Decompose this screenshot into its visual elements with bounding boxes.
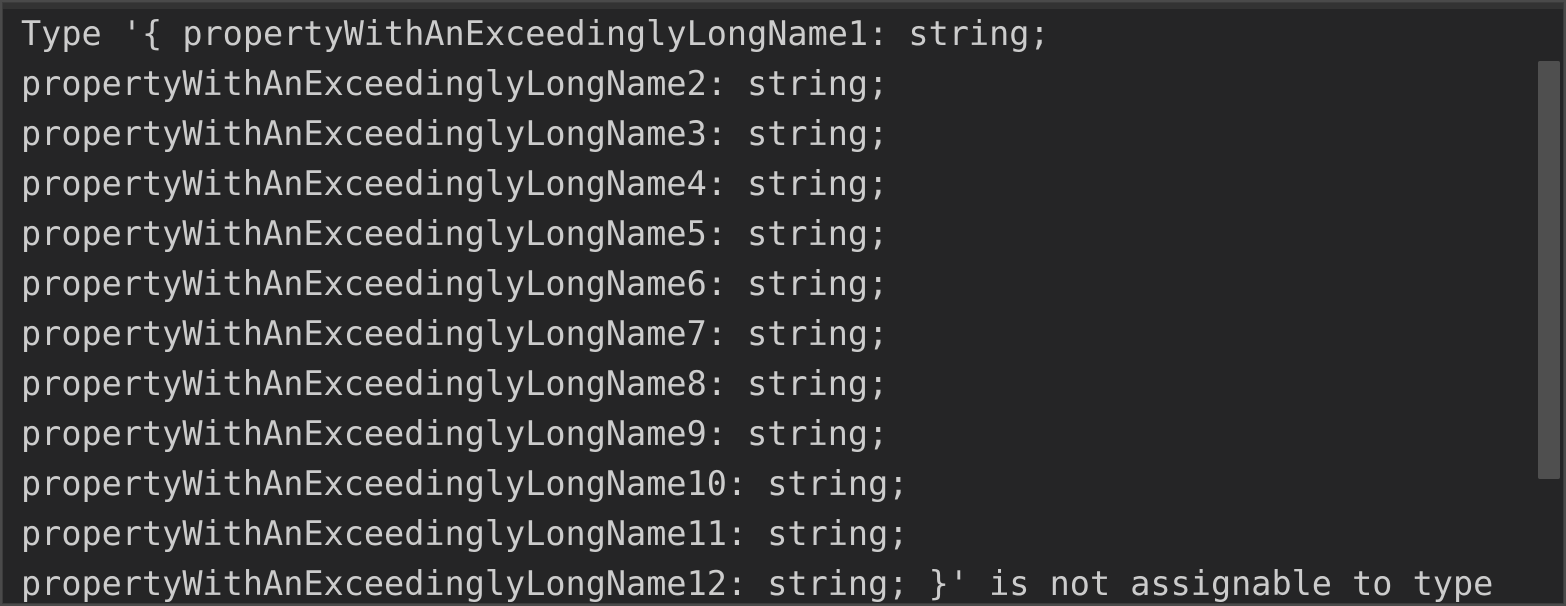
message-line-3: propertyWithAnExceedinglyLongName3: stri… xyxy=(21,114,889,153)
message-line-9: propertyWithAnExceedinglyLongName9: stri… xyxy=(21,414,889,453)
message-line-11: propertyWithAnExceedinglyLongName11: str… xyxy=(21,514,909,553)
message-line-1: Type '{ propertyWithAnExceedinglyLongNam… xyxy=(21,14,1050,53)
message-line-6: propertyWithAnExceedinglyLongName6: stri… xyxy=(21,264,889,303)
message-line-2: propertyWithAnExceedinglyLongName2: stri… xyxy=(21,64,889,103)
message-line-10: propertyWithAnExceedinglyLongName10: str… xyxy=(21,464,909,503)
message-line-4: propertyWithAnExceedinglyLongName4: stri… xyxy=(21,164,889,203)
message-line-12: propertyWithAnExceedinglyLongName12: str… xyxy=(21,564,1494,603)
message-line-8: propertyWithAnExceedinglyLongName8: stri… xyxy=(21,364,889,403)
message-line-5: propertyWithAnExceedinglyLongName5: stri… xyxy=(21,214,889,253)
scrollbar-thumb[interactable] xyxy=(1538,61,1560,479)
vertical-scrollbar[interactable] xyxy=(1535,3,1563,603)
message-line-7: propertyWithAnExceedinglyLongName7: stri… xyxy=(21,314,889,353)
error-message-text: Type '{ propertyWithAnExceedinglyLongNam… xyxy=(21,9,1529,603)
error-hover-panel: Type '{ propertyWithAnExceedinglyLongNam… xyxy=(2,2,1564,604)
